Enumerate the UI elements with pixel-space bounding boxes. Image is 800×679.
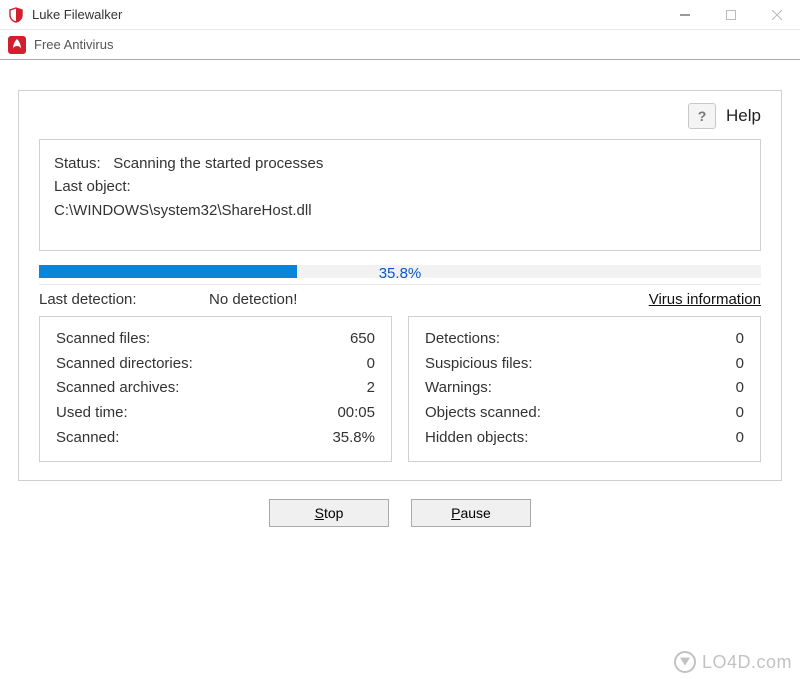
help-icon: ? — [698, 108, 707, 124]
progress-percent: 35.8% — [39, 265, 761, 282]
stop-button[interactable]: Stop — [269, 499, 389, 527]
maximize-button[interactable] — [708, 0, 754, 30]
last-detection-value: No detection! — [209, 291, 649, 308]
progress-bar: 35.8% — [39, 265, 761, 285]
last-object-label: Last object: — [54, 175, 746, 198]
watermark: LO4D.com — [674, 651, 792, 673]
window-controls — [662, 0, 800, 29]
stat-item: Hidden objects:0 — [425, 426, 744, 451]
avira-icon — [8, 36, 26, 54]
scan-panel: ? Help Status: Scanning the started proc… — [18, 90, 782, 481]
stat-item: Used time:00:05 — [56, 401, 375, 426]
status-line: Status: Scanning the started processes — [54, 152, 746, 175]
minimize-button[interactable] — [662, 0, 708, 30]
pause-button[interactable]: Pause — [411, 499, 531, 527]
content-area: ? Help Status: Scanning the started proc… — [0, 60, 800, 537]
stat-item: Scanned archives:2 — [56, 376, 375, 401]
subheader-title: Free Antivirus — [34, 37, 113, 52]
help-label: Help — [726, 106, 761, 126]
stat-item: Scanned files:650 — [56, 327, 375, 352]
stats-row: Scanned files:650 Scanned directories:0 … — [39, 316, 761, 462]
window-title: Luke Filewalker — [32, 7, 662, 22]
stat-item: Warnings:0 — [425, 376, 744, 401]
last-detection-label: Last detection: — [39, 291, 209, 308]
status-box: Status: Scanning the started processes L… — [39, 139, 761, 251]
help-button[interactable]: ? — [688, 103, 716, 129]
help-row: ? Help — [39, 103, 761, 129]
stats-left: Scanned files:650 Scanned directories:0 … — [39, 316, 392, 462]
virus-information-link[interactable]: Virus information — [649, 291, 761, 308]
watermark-icon — [674, 651, 696, 673]
subheader: Free Antivirus — [0, 30, 800, 60]
stat-item: Objects scanned:0 — [425, 401, 744, 426]
stat-item: Detections:0 — [425, 327, 744, 352]
app-icon — [8, 7, 24, 23]
watermark-text: LO4D.com — [702, 652, 792, 673]
stats-right: Detections:0 Suspicious files:0 Warnings… — [408, 316, 761, 462]
stat-item: Scanned directories:0 — [56, 352, 375, 377]
titlebar: Luke Filewalker — [0, 0, 800, 30]
stat-item: Suspicious files:0 — [425, 352, 744, 377]
action-buttons: Stop Pause — [18, 499, 782, 527]
stat-item: Scanned:35.8% — [56, 426, 375, 451]
detection-row: Last detection: No detection! Virus info… — [39, 291, 761, 308]
close-button[interactable] — [754, 0, 800, 30]
last-object-path: C:\WINDOWS\system32\ShareHost.dll — [54, 199, 746, 222]
